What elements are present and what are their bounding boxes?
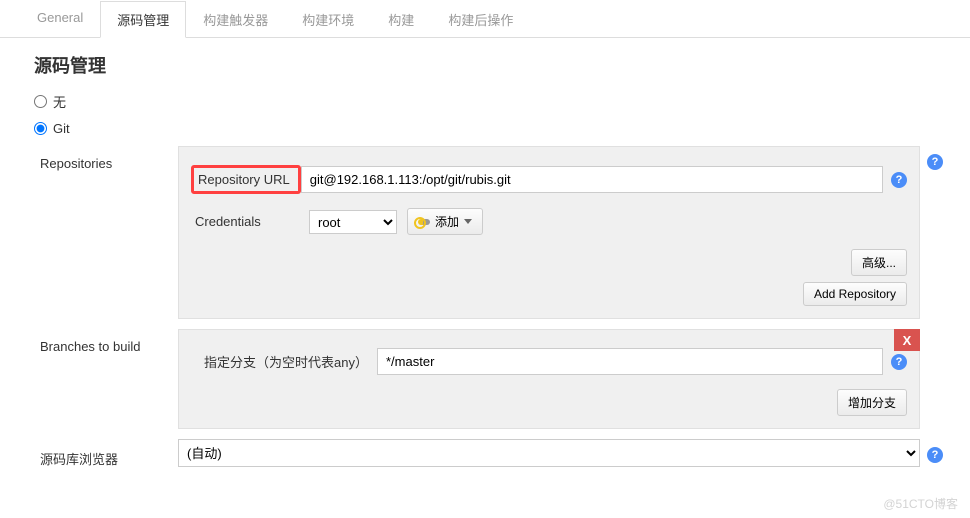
radio-none-label: 无 (53, 92, 66, 111)
help-icon[interactable]: ? (927, 154, 943, 170)
repo-url-input[interactable] (301, 166, 883, 193)
radio-none[interactable]: 无 (34, 92, 970, 111)
repo-browser-select[interactable]: (自动) (178, 439, 920, 467)
tab-env[interactable]: 构建环境 (285, 1, 371, 38)
tab-scm[interactable]: 源码管理 (100, 1, 186, 38)
credentials-label: Credentials (191, 214, 309, 229)
tab-post[interactable]: 构建后操作 (431, 1, 530, 38)
add-branch-button[interactable]: 增加分支 (837, 389, 907, 416)
section-title: 源码管理 (0, 38, 970, 92)
chevron-down-icon (464, 219, 472, 224)
config-tabs: General 源码管理 构建触发器 构建环境 构建 构建后操作 (0, 0, 970, 38)
tab-build[interactable]: 构建 (371, 1, 431, 38)
repositories-panel: Repository URL ? Credentials root 添加 (178, 146, 920, 319)
repo-browser-label: 源码库浏览器 (40, 439, 178, 468)
add-credentials-label: 添加 (435, 213, 459, 230)
repo-url-label: Repository URL (198, 172, 294, 187)
radio-git-input[interactable] (34, 122, 47, 135)
branch-spec-input[interactable] (377, 348, 883, 375)
delete-branch-button[interactable]: X (894, 329, 920, 351)
add-repository-button[interactable]: Add Repository (803, 282, 907, 306)
credentials-select[interactable]: root (309, 210, 397, 234)
radio-none-input[interactable] (34, 95, 47, 108)
branch-spec-label: 指定分支（为空时代表any） (191, 352, 377, 371)
scm-radio-group: 无 Git (0, 92, 970, 136)
radio-git[interactable]: Git (34, 121, 970, 136)
repositories-label: Repositories (40, 146, 178, 319)
branches-panel: X 指定分支（为空时代表any） ? 增加分支 (178, 329, 920, 429)
branches-label: Branches to build (40, 329, 178, 429)
help-icon[interactable]: ? (927, 447, 943, 463)
watermark: @51CTO博客 (883, 495, 958, 512)
add-credentials-button[interactable]: 添加 (407, 208, 483, 235)
tab-general[interactable]: General (20, 1, 100, 38)
tab-triggers[interactable]: 构建触发器 (186, 1, 285, 38)
radio-git-label: Git (53, 121, 70, 136)
help-icon[interactable]: ? (891, 172, 907, 188)
key-icon (418, 219, 430, 225)
repo-url-highlight: Repository URL (191, 165, 301, 194)
advanced-button[interactable]: 高级... (851, 249, 907, 276)
help-icon[interactable]: ? (891, 354, 907, 370)
